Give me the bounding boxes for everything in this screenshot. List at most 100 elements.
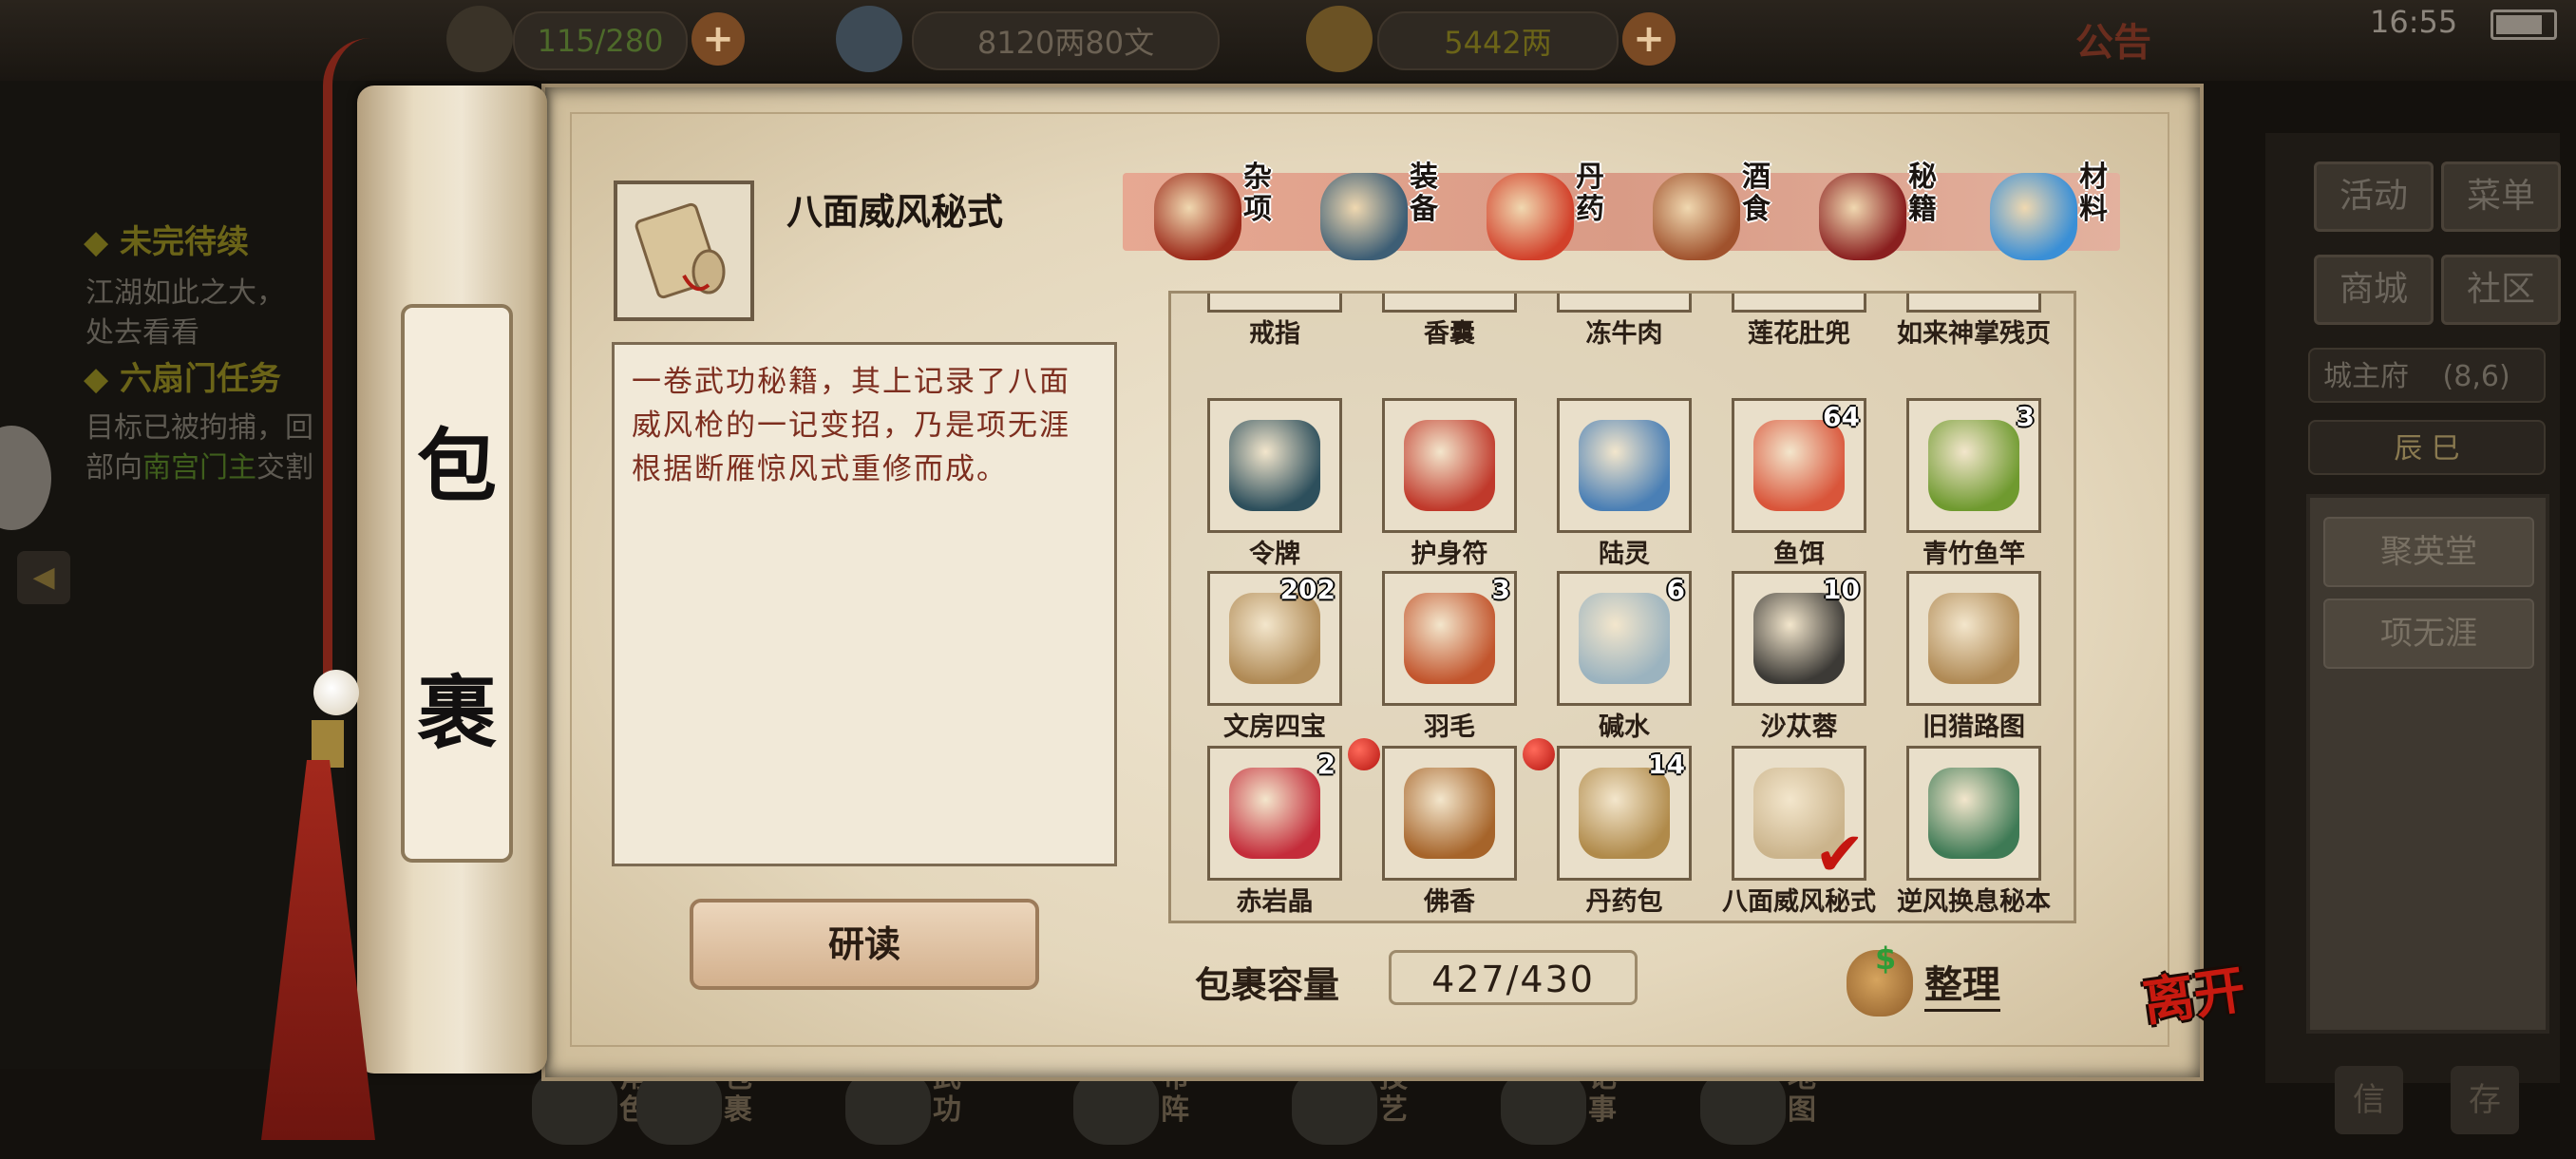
inventory-slot[interactable]: 14 丹药包 (1521, 738, 1692, 919)
inventory-slot[interactable]: 护身符 (1346, 398, 1517, 571)
shop-button[interactable]: 商城 (2314, 255, 2434, 325)
inventory-slot[interactable]: 陆灵 (1521, 398, 1692, 571)
category-label: 丹药 (1576, 161, 1604, 226)
leave-label: 离开 (2139, 958, 2249, 1034)
inventory-slot[interactable]: 莲花肚兜 (1695, 294, 1866, 351)
bowl-icon (1579, 593, 1670, 684)
quest-title-unfinished[interactable]: ◆ 未完待续 (84, 216, 249, 262)
category-tab[interactable]: 装备 (1320, 162, 1463, 266)
slot-frame (1207, 294, 1342, 313)
category-tab[interactable]: 秘籍 (1819, 162, 1961, 266)
inventory-slot[interactable]: 3 羽毛 (1346, 571, 1517, 744)
new-item-dot-icon (1523, 738, 1555, 770)
herb-icon (1753, 593, 1845, 684)
quest-target-name[interactable]: 南宫门主 (142, 451, 256, 484)
inventory-slot[interactable]: 旧猎路图 (1870, 571, 2041, 744)
sort-button[interactable]: 整理 (1924, 954, 2000, 1012)
inventory-slot[interactable]: ✔ 八面威风秘式 (1695, 746, 1876, 919)
item-name: 如来神掌残页 (1897, 319, 2051, 349)
item-name: 旧猎路图 (1923, 712, 2025, 742)
inventory-slot[interactable]: 戒指 (1171, 294, 1342, 351)
quest-text: 交割 (256, 451, 313, 484)
item-count: 10 (1823, 574, 1860, 605)
scroll-title-char: 裹 (416, 666, 497, 760)
item-name: 令牌 (1249, 540, 1300, 569)
add-gold-button[interactable]: + (1622, 12, 1676, 66)
npc-list: 聚英堂 项无涯 (2306, 494, 2549, 1034)
selected-item-name: 八面威风秘式 (786, 191, 1004, 233)
mail-button[interactable]: 信 (2335, 1066, 2403, 1134)
item-name: 香囊 (1424, 319, 1475, 349)
slot-frame (1382, 294, 1517, 313)
item-count: 64 (1823, 401, 1860, 432)
inventory-slot[interactable]: 逆风换息秘本 (1870, 746, 2051, 919)
clock: 16:55 (2370, 4, 2458, 40)
battery-icon (2491, 10, 2557, 40)
category-label: 秘籍 (1908, 161, 1937, 226)
money-bag-icon[interactable] (1847, 940, 1913, 1016)
item-name: 鱼饵 (1773, 540, 1825, 569)
slot-frame (1557, 294, 1692, 313)
leave-button[interactable]: 离开 (2137, 959, 2251, 1083)
category-icon (1819, 173, 1906, 260)
category-label: 装备 (1410, 161, 1438, 226)
inventory-slot[interactable]: 10 沙苁蓉 (1695, 571, 1866, 744)
item-description-box: 一卷武功秘籍，其上记录了八面威风枪的一记变招，乃是项无涯根据断雁惊风式重修而成。 (612, 342, 1117, 866)
menu-button[interactable]: 菜单 (2441, 162, 2561, 232)
category-tab[interactable]: 丹药 (1487, 162, 1629, 266)
scroll-title-slot: 包 裹 (401, 304, 513, 863)
capacity-value: 427/430 (1389, 950, 1638, 1005)
inventory-slot[interactable]: 佛香 (1346, 738, 1517, 919)
item-name: 赤岩晶 (1236, 887, 1314, 917)
inventory-slot[interactable]: 冻牛肉 (1521, 294, 1692, 351)
quest-text: 目标已被拘捕，回 (85, 411, 313, 445)
worm-icon (1753, 420, 1845, 511)
inventory-slot[interactable]: 2 赤岩晶 (1171, 746, 1342, 919)
inventory-slot[interactable]: 202 文房四宝 (1171, 571, 1342, 744)
quest-text: 部向南宫门主交割 (85, 444, 313, 485)
category-icon (1990, 173, 2077, 260)
quest-title-constable[interactable]: ◆ 六扇门任务 (84, 352, 281, 399)
item-name: 护身符 (1411, 540, 1488, 569)
category-tab[interactable]: 酒食 (1653, 162, 1795, 266)
inventory-slot[interactable]: 令牌 (1171, 398, 1342, 571)
add-stamina-button[interactable]: + (691, 12, 745, 66)
inventory-slot[interactable]: 6 碱水 (1521, 571, 1692, 744)
location-name: 城主府 (2323, 360, 2409, 393)
npc-list-item[interactable]: 项无涯 (2323, 598, 2534, 669)
npc-list-item[interactable]: 聚英堂 (2323, 517, 2534, 587)
item-name: 冻牛肉 (1585, 319, 1663, 349)
crystal-icon (1229, 768, 1320, 859)
category-icon (1320, 173, 1408, 260)
inventory-slot[interactable]: 3 青竹鱼竿 (1870, 398, 2041, 571)
study-button[interactable]: 研读 (690, 899, 1039, 990)
item-name: 戒指 (1249, 319, 1300, 349)
slot-frame: 202 (1207, 571, 1342, 706)
save-button[interactable]: 存 (2451, 1066, 2519, 1134)
category-icon (1154, 173, 1241, 260)
item-name: 陆灵 (1599, 540, 1650, 569)
slot-frame: 6 (1557, 571, 1692, 706)
stamina-counter: 115/280 (513, 11, 688, 70)
item-count: 3 (1491, 574, 1510, 605)
stationery-icon (1229, 593, 1320, 684)
new-item-dot-icon (1348, 738, 1380, 770)
collapse-arrow-icon[interactable]: ◀ (17, 551, 70, 604)
quest-text: 部向 (85, 451, 142, 484)
slot-frame: 10 (1732, 571, 1866, 706)
category-tab[interactable]: 杂项 (1154, 162, 1297, 266)
item-name: 羽毛 (1424, 712, 1475, 742)
activity-button[interactable]: 活动 (2314, 162, 2434, 232)
inventory-slot[interactable]: 如来神掌残页 (1870, 294, 2051, 351)
item-name: 文房四宝 (1223, 712, 1326, 742)
category-tab[interactable]: 材料 (1990, 162, 2132, 266)
stamina-icon (446, 6, 513, 72)
community-button[interactable]: 社区 (2441, 255, 2561, 325)
inventory-slot[interactable]: 64 鱼饵 (1695, 398, 1866, 571)
slot-frame: 64 (1732, 398, 1866, 533)
silver-icon (836, 6, 902, 72)
item-name: 八面威风秘式 (1722, 887, 1876, 917)
notice-button[interactable]: 公告 (2075, 11, 2151, 66)
time-of-day: 辰 巳 (2308, 420, 2546, 475)
inventory-slot[interactable]: 香囊 (1346, 294, 1517, 351)
